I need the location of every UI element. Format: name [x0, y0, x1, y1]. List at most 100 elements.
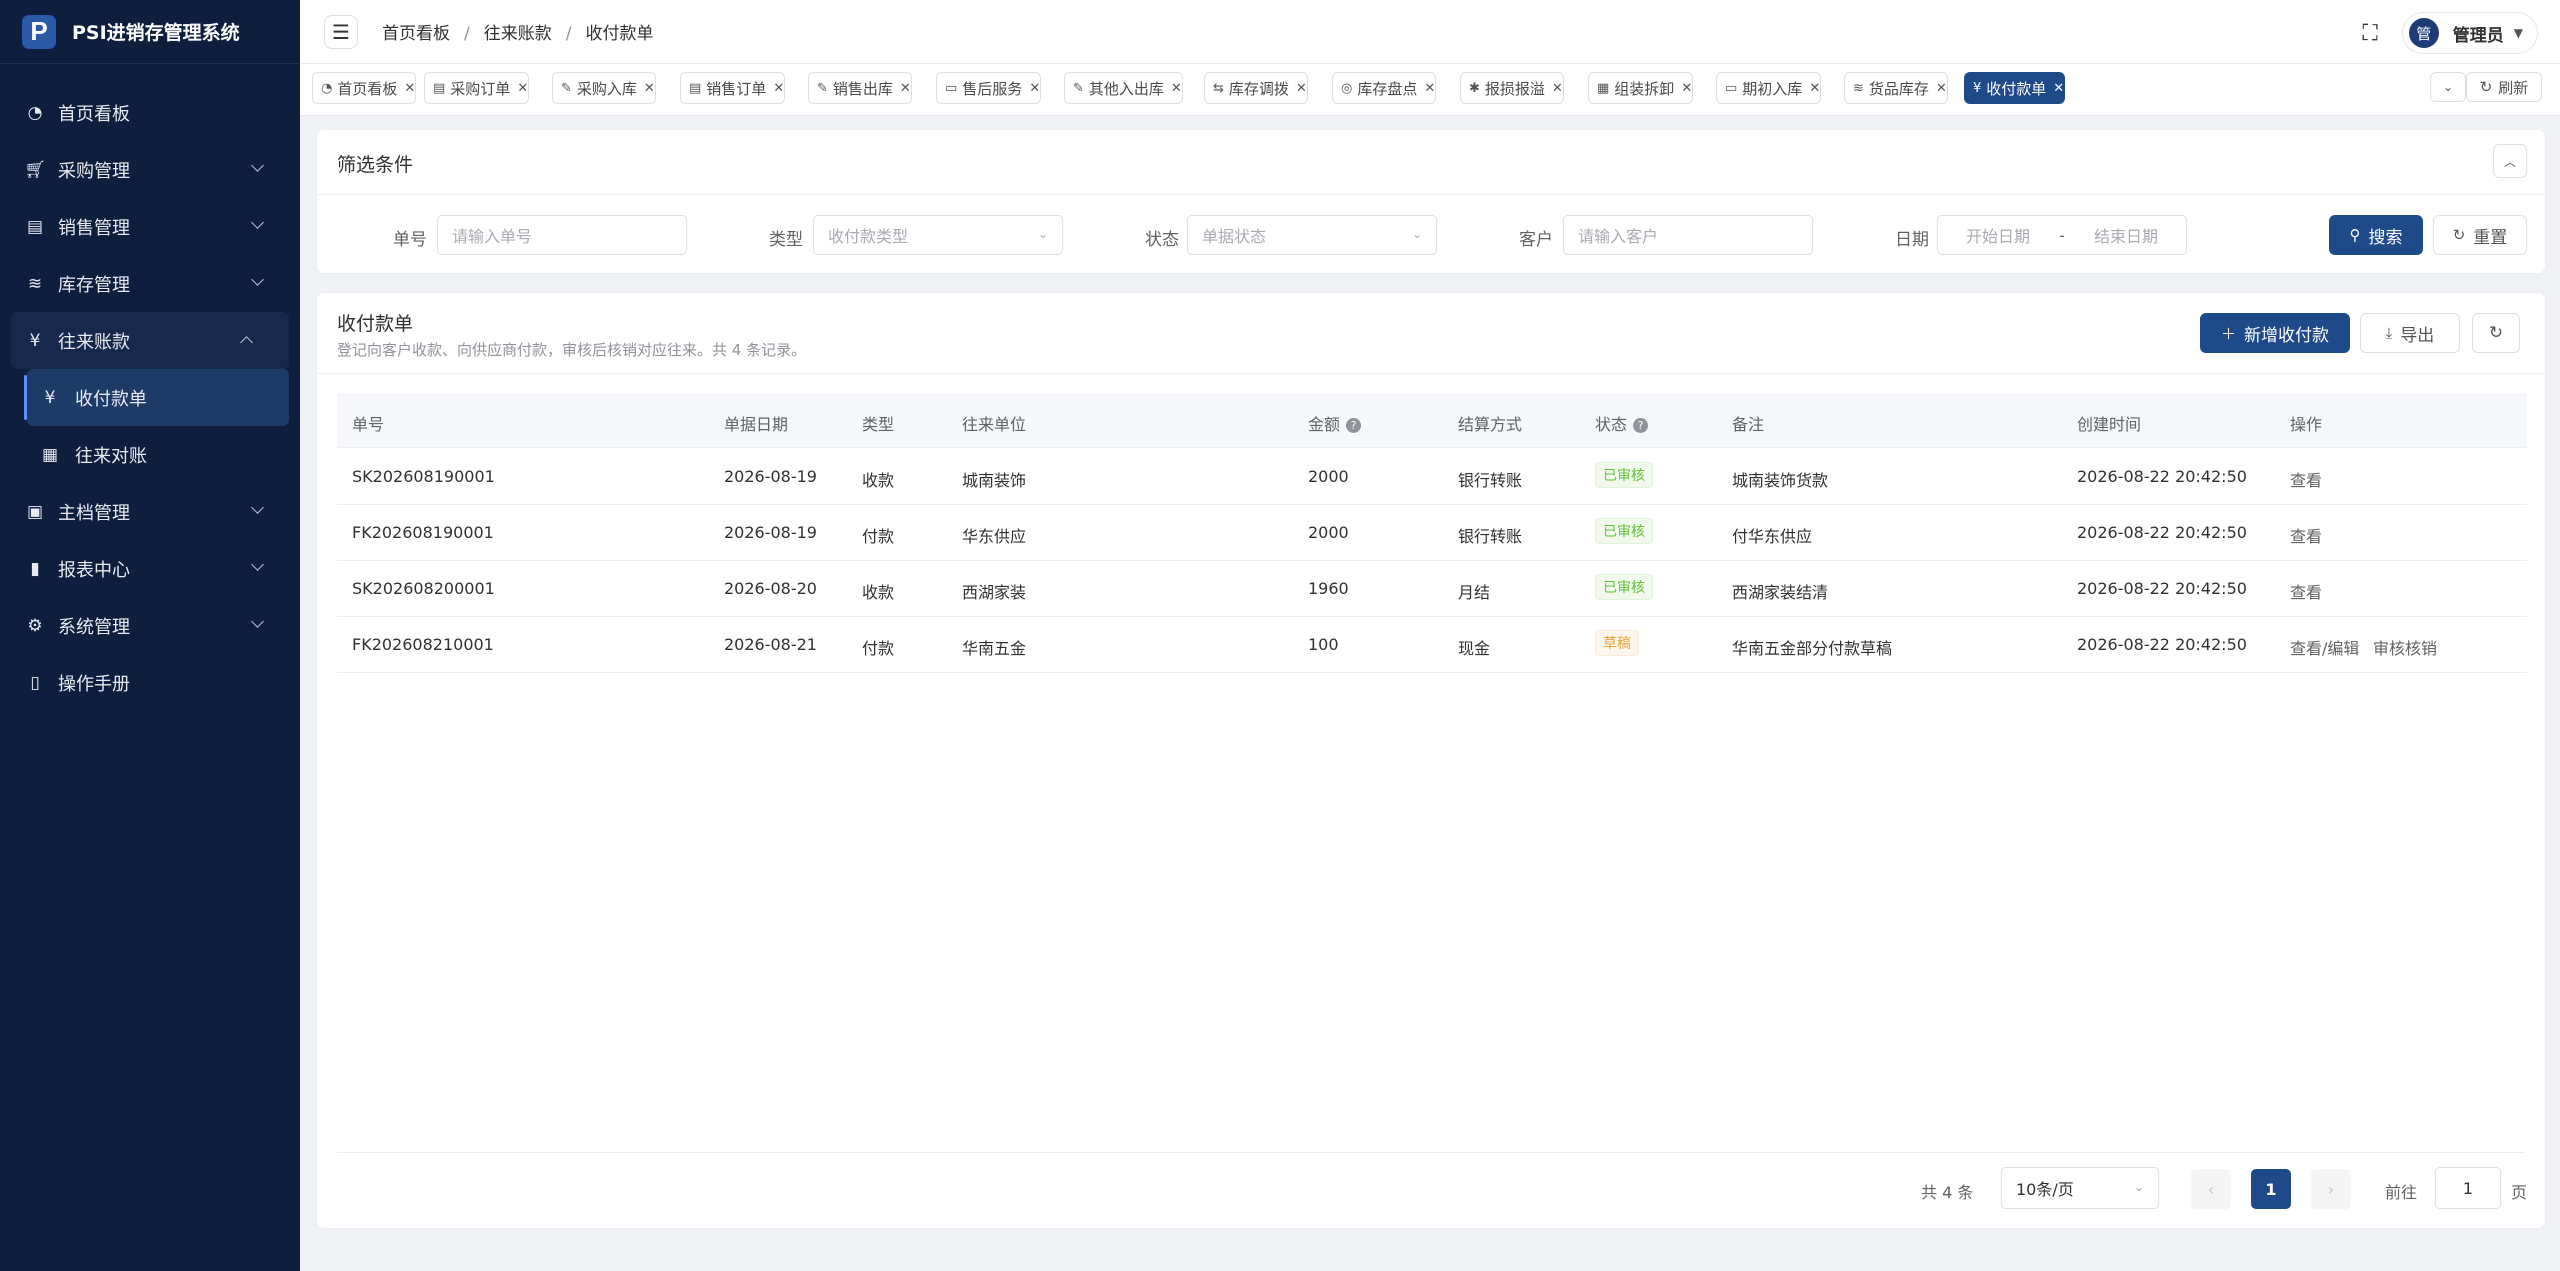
- tab-purchase-inbound[interactable]: ✎ 采购入库 ✕: [552, 72, 656, 104]
- order-no-input[interactable]: 请输入单号: [437, 215, 687, 255]
- close-icon[interactable]: ✕: [644, 81, 655, 96]
- tab-sales-order[interactable]: ▤ 销售订单 ✕: [680, 72, 786, 104]
- search-button[interactable]: ⚲ 搜索: [2329, 215, 2423, 255]
- sidebar-item-manual[interactable]: ▯ 操作手册: [0, 654, 300, 711]
- tab-dashboard[interactable]: ◔ 首页看板 ✕: [312, 72, 417, 104]
- tab-receipts-payments[interactable]: ¥ 收付款单 ✕: [1964, 72, 2066, 104]
- chevron-up-icon[interactable]: ︿: [2493, 144, 2527, 178]
- tab-purchase-order[interactable]: ▤ 采购订单 ✕: [424, 72, 530, 104]
- table-row[interactable]: SK202608200001 2026-08-20 收款 西湖家装 1960 月…: [337, 561, 2527, 617]
- table-header: 单号 单据日期 类型 往来单位 金额? 结算方式 状态? 备注 创建时间 操作: [337, 393, 2527, 448]
- view-link[interactable]: 查看: [2290, 523, 2322, 547]
- close-icon[interactable]: ✕: [1424, 81, 1435, 96]
- view-edit-link[interactable]: 查看/编辑: [2290, 635, 2359, 659]
- sidebar-item-purchase[interactable]: 🛒︎ 采购管理: [0, 141, 300, 198]
- close-icon[interactable]: ✕: [1809, 81, 1820, 96]
- cell-date: 2026-08-19: [724, 523, 817, 542]
- cell-created: 2026-08-22 20:42:50: [2077, 579, 2247, 598]
- add-receipt-payment-button[interactable]: ＋ 新增收付款: [2200, 313, 2350, 353]
- tab-label: 组装拆卸: [1614, 79, 1675, 98]
- tab-label: 售后服务: [962, 79, 1023, 98]
- view-link[interactable]: 查看: [2290, 579, 2322, 603]
- sidebar-item-master-data[interactable]: ▣ 主档管理: [0, 483, 300, 540]
- help-icon[interactable]: ?: [1633, 418, 1649, 433]
- sidebar-item-reconciliation[interactable]: ▦ 往来对账: [27, 426, 289, 483]
- table-row[interactable]: FK202608210001 2026-08-21 付款 华南五金 100 现金…: [337, 617, 2527, 673]
- cell-method: 现金: [1458, 639, 1491, 658]
- close-icon[interactable]: ✕: [773, 81, 784, 96]
- sidebar-item-system[interactable]: ⚙ 系统管理: [0, 597, 300, 654]
- app-logo[interactable]: P PSI进销存管理系统: [0, 0, 300, 64]
- tab-assembly[interactable]: ▦ 组装拆卸 ✕: [1588, 72, 1694, 104]
- caret-down-icon: ▼: [2513, 26, 2523, 40]
- approve-writeoff-link[interactable]: 审核核销: [2373, 635, 2437, 659]
- sidebar-item-label: 往来账款: [58, 331, 130, 353]
- tab-sales-outbound[interactable]: ✎ 销售出库 ✕: [808, 72, 912, 104]
- close-icon[interactable]: ✕: [1936, 81, 1947, 96]
- table-row[interactable]: SK202608190001 2026-08-19 收款 城南装饰 2000 银…: [337, 449, 2527, 505]
- close-icon[interactable]: ✕: [2053, 81, 2064, 96]
- table-row[interactable]: FK202608190001 2026-08-19 付款 华东供应 2000 银…: [337, 505, 2527, 561]
- close-icon[interactable]: ✕: [517, 81, 528, 96]
- edit-icon: ✎: [1073, 80, 1084, 96]
- chevron-down-icon: [251, 558, 264, 571]
- menu-toggle-icon[interactable]: ☰: [324, 14, 358, 49]
- chevron-down-icon: [251, 159, 264, 172]
- prev-page-button[interactable]: ‹: [2191, 1169, 2231, 1209]
- close-icon[interactable]: ✕: [900, 81, 911, 96]
- sidebar-item-inventory[interactable]: ≋ 库存管理: [0, 255, 300, 312]
- column-header: 单号: [352, 415, 385, 434]
- sidebar-item-dashboard[interactable]: ◔ 首页看板: [0, 84, 300, 141]
- refresh-icon: ↻: [2488, 323, 2504, 343]
- sidebar-item-accounts[interactable]: ¥ 往来账款: [11, 312, 289, 369]
- status-select[interactable]: 单据状态 ⌄: [1187, 215, 1437, 255]
- cell-created: 2026-08-22 20:42:50: [2077, 635, 2247, 654]
- sidebar-item-sales[interactable]: ▤ 销售管理: [0, 198, 300, 255]
- close-icon[interactable]: ✕: [1296, 81, 1307, 96]
- cell-date: 2026-08-19: [724, 467, 817, 486]
- status-badge: 已审核: [1595, 518, 1653, 544]
- chevron-right-icon: ›: [2327, 1179, 2335, 1199]
- tab-opening-stock[interactable]: ▭ 期初入库 ✕: [1716, 72, 1822, 104]
- breadcrumb-item[interactable]: 往来账款: [484, 24, 552, 44]
- close-icon[interactable]: ✕: [404, 81, 415, 96]
- chevron-down-icon: [251, 501, 264, 514]
- cell-type: 收款: [862, 583, 895, 602]
- sidebar-item-label: 操作手册: [58, 673, 130, 695]
- archive-icon: ▣: [26, 501, 44, 522]
- reset-label: 重置: [2473, 227, 2508, 248]
- close-icon[interactable]: ✕: [1552, 81, 1563, 96]
- yen-icon: ¥: [29, 330, 41, 351]
- close-icon[interactable]: ✕: [1681, 81, 1692, 96]
- breadcrumb-item[interactable]: 首页看板: [382, 24, 450, 44]
- page-number-button[interactable]: 1: [2251, 1169, 2291, 1209]
- user-menu[interactable]: 管 管理员 ▼: [2401, 12, 2538, 54]
- tab-after-sales[interactable]: ▭ 售后服务 ✕: [936, 72, 1042, 104]
- sidebar-item-receipts-payments[interactable]: ¥ 收付款单: [24, 369, 289, 426]
- cell-remark: 付华东供应: [1732, 527, 1813, 546]
- goto-page-input[interactable]: 1: [2435, 1167, 2501, 1209]
- close-icon[interactable]: ✕: [1029, 81, 1040, 96]
- date-range-picker[interactable]: 开始日期 - 结束日期: [1937, 215, 2187, 255]
- customer-input[interactable]: 请输入客户: [1563, 215, 1813, 255]
- column-header: 状态: [1595, 415, 1628, 434]
- type-select[interactable]: 收付款类型 ⌄: [813, 215, 1063, 255]
- tab-goods-stock[interactable]: ≋ 货品库存 ✕: [1844, 72, 1948, 104]
- refresh-tab-button[interactable]: ↻ 刷新: [2466, 72, 2542, 102]
- chevron-down-icon: ⌄: [1411, 227, 1422, 241]
- tab-stock-count[interactable]: ◎ 库存盘点 ✕: [1332, 72, 1437, 104]
- next-page-button[interactable]: ›: [2311, 1169, 2351, 1209]
- view-link[interactable]: 查看: [2290, 467, 2322, 491]
- page-size-select[interactable]: 10条/页 ⌄: [2001, 1167, 2159, 1209]
- refresh-button[interactable]: ↻: [2472, 313, 2520, 353]
- fullscreen-icon[interactable]: ⛶: [2362, 21, 2377, 46]
- reset-button[interactable]: ↻ 重置: [2433, 215, 2527, 255]
- export-button[interactable]: ⤓ 导出: [2360, 313, 2460, 353]
- tab-loss-gain[interactable]: ✱ 报损报溢 ✕: [1460, 72, 1564, 104]
- tab-other-io[interactable]: ✎ 其他入出库 ✕: [1064, 72, 1183, 104]
- tab-stock-transfer[interactable]: ⇆ 库存调拨 ✕: [1204, 72, 1308, 104]
- help-icon[interactable]: ?: [1346, 418, 1362, 433]
- sidebar-item-reports[interactable]: ▮ 报表中心: [0, 540, 300, 597]
- close-icon[interactable]: ✕: [1171, 81, 1182, 96]
- tabs-dropdown-icon[interactable]: ⌄: [2430, 72, 2466, 102]
